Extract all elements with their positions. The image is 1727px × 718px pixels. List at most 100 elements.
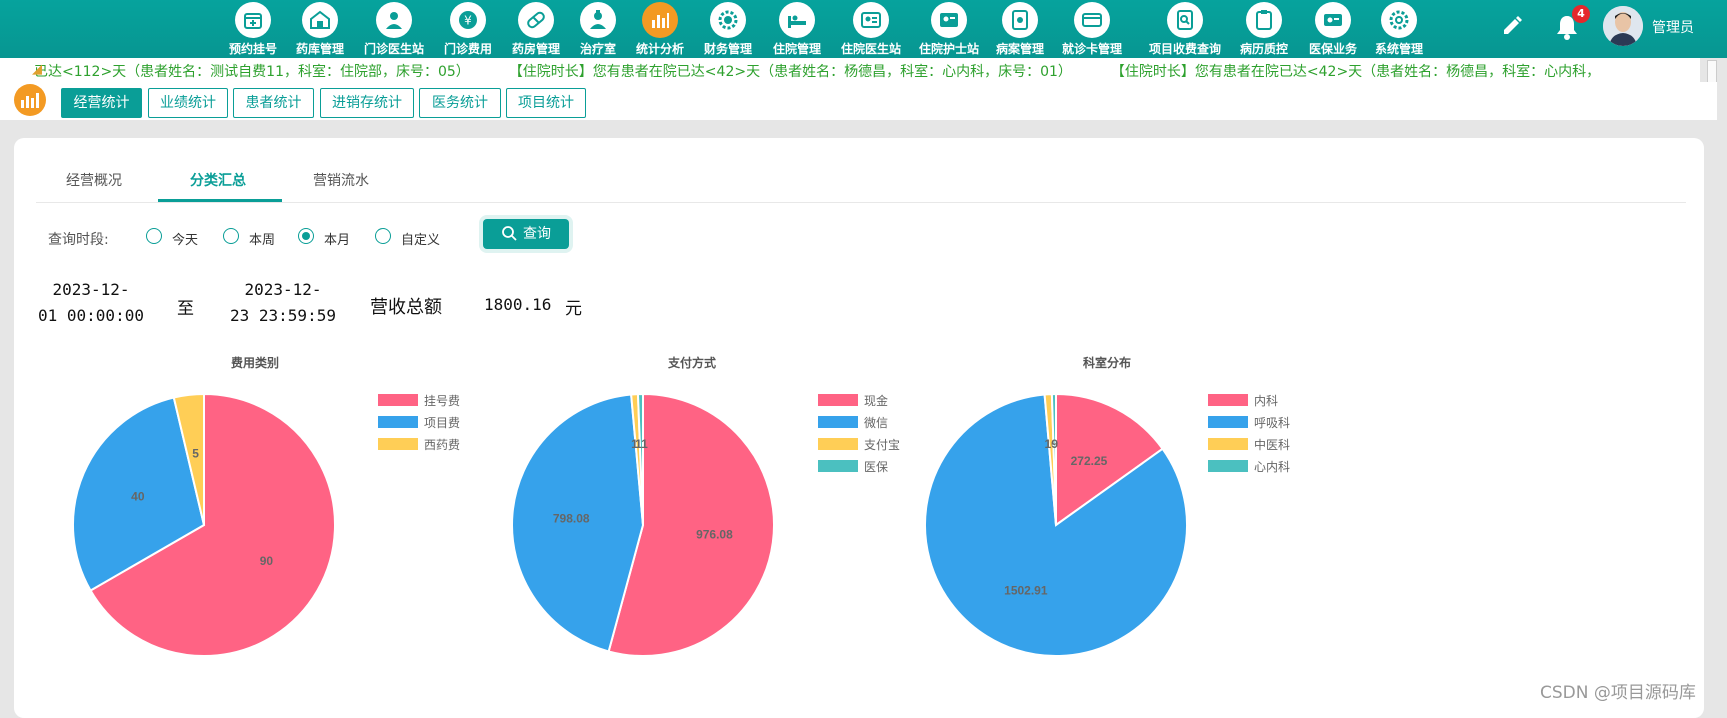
search-document-icon [1167,2,1203,38]
legend-label-1-0[interactable]: 现金 [864,393,888,408]
tab-divider [36,202,1686,203]
period-radio-3[interactable] [375,228,391,244]
query-button-label: 查询 [523,226,551,242]
bar-chart-icon [642,2,678,38]
marquee-item: 【住院时长】您有患者在院已达<42>天（患者姓名：杨德昌，科室：心内科， [1117,64,1601,80]
query-button[interactable]: 查询 [483,219,569,249]
subtab-1[interactable]: 业绩统计 [148,88,228,118]
pie-charts-area: 费用类别90405挂号费项目费西药费支付方式976.08798.081511现金… [72,355,1290,657]
svg-text:¥: ¥ [464,14,472,28]
nav-item-label: 门诊医生站 [363,42,424,56]
subtab-2[interactable]: 患者统计 [233,88,314,118]
legend-swatch-2-2 [1208,438,1248,450]
warehouse-icon [302,2,338,38]
period-radio-2[interactable] [298,228,314,244]
avatar[interactable] [1603,6,1643,46]
legend-swatch-2-1 [1208,416,1248,428]
legend-label-1-3[interactable]: 医保 [864,460,888,474]
nav-item-label: 药库管理 [295,42,344,56]
period-label-1[interactable]: 本周 [249,229,275,248]
legend-swatch-0-2 [378,438,418,450]
yen-icon: ¥ [450,2,486,38]
doctor-card-icon [853,2,889,38]
legend-swatch-2-0 [1208,394,1248,406]
nav-item-label: 住院医生站 [840,42,901,56]
revenue-value: 1800.16 [484,295,552,314]
user-name[interactable]: 管理员 [1652,17,1694,37]
period-label-2[interactable]: 本月 [324,229,350,248]
legend-swatch-1-3 [818,460,858,472]
chart-title-2: 科室分布 [1083,355,1131,370]
legend-swatch-1-1 [818,416,858,428]
period-label-3[interactable]: 自定义 [401,229,440,248]
start-date: 2023-12- 01 00:00:00 [38,277,144,329]
legend-label-0-0[interactable]: 挂号费 [424,394,460,408]
marquee-scroll-handle[interactable] [1707,60,1717,84]
insurance-card-icon [1315,2,1351,38]
data-label-0-0: 90 [260,554,274,568]
subtab-3[interactable]: 进销存统计 [320,88,414,118]
to-label: 至 [177,299,194,319]
legend-swatch-1-0 [818,394,858,406]
calendar-icon [235,2,271,38]
subtab-4[interactable]: 医务统计 [419,88,501,118]
data-label-1-0: 976.08 [696,528,733,542]
nav-item-10[interactable]: 住院护士站 [908,0,990,58]
notice-marquee: 已达<112>天（患者姓名：测试自费11，科室：住院部，床号：05） 【住院时长】… [0,58,1700,82]
legend-label-0-1[interactable]: 项目费 [424,416,460,430]
nav-item-2[interactable]: 门诊医生站 [353,0,435,58]
data-label-0-2: 5 [192,446,199,460]
notification-badge: 4 [1572,5,1590,23]
pill-icon [518,2,554,38]
settings-icon [1381,2,1417,38]
panel-tab-2[interactable]: 营销流水 [313,170,369,190]
legend-label-0-2[interactable]: 西药费 [424,438,460,452]
clipboard-icon [1246,2,1282,38]
nav-item-label: 住院护士站 [918,42,979,56]
period-radio-0[interactable] [146,228,162,244]
legend-swatch-1-2 [818,438,858,450]
megaphone-icon: ◢ [32,62,42,77]
legend-label-2-0[interactable]: 内科 [1254,394,1278,408]
nav-item-1[interactable]: 药库管理 [279,0,361,58]
data-label-1-3: 11 [635,437,648,451]
nav-item-13[interactable]: 项目收费查询 [1144,0,1226,58]
nav-item-label: 住院管理 [772,42,821,56]
nav-item-12[interactable]: 就诊卡管理 [1051,0,1133,58]
chart-title-1: 支付方式 [667,355,716,370]
legend-swatch-0-1 [378,416,418,428]
watermark: CSDN @项目源码库 [1540,683,1696,703]
legend-label-2-2[interactable]: 中医科 [1254,437,1290,452]
subtab-0[interactable]: 经营统计 [61,88,142,118]
data-label-2-0: 272.25 [1071,454,1108,468]
period-label-0[interactable]: 今天 [172,229,198,248]
marquee-item: 【住院时长】您有患者在院已达<42>天（患者姓名：杨德昌，科室：心内科，床号：0… [515,64,1072,80]
nav-item-8[interactable]: 住院管理 [756,0,838,58]
legend-label-1-2[interactable]: 支付宝 [864,438,900,452]
legend-label-2-1[interactable]: 呼吸科 [1254,416,1290,430]
card-icon [1074,2,1110,38]
nav-item-label: 系统管理 [1374,42,1423,56]
panel-tab-1[interactable]: 分类汇总 [190,170,246,190]
edit-icon[interactable] [1500,14,1524,38]
nav-item-9[interactable]: 住院医生站 [830,0,912,58]
start-date-line1: 2023-12- [52,280,130,299]
marquee-track: 已达<112>天（患者姓名：测试自费11，科室：住院部，床号：05） 【住院时长】… [34,61,1646,81]
nav-item-label: 就诊卡管理 [1061,42,1122,56]
nav-item-label: 病案管理 [995,42,1044,56]
nav-item-16[interactable]: 系统管理 [1358,0,1440,58]
legend-label-2-3[interactable]: 心内科 [1254,460,1290,474]
start-date-line2: 01 00:00:00 [38,306,144,325]
gear-coin-icon [710,2,746,38]
data-label-1-1: 798.08 [553,512,590,526]
query-period-label: 查询时段: [48,232,109,248]
medical-record-icon [1002,2,1038,38]
legend-swatch-2-3 [1208,460,1248,472]
period-radio-1[interactable] [223,228,239,244]
data-label-2-3: 9 [1051,437,1058,451]
nurse-card-icon [931,2,967,38]
subtab-5[interactable]: 项目统计 [506,88,586,118]
legend-label-1-1[interactable]: 微信 [864,416,888,430]
nav-item-11[interactable]: 病案管理 [979,0,1061,58]
panel-tab-0[interactable]: 经营概况 [66,170,122,190]
